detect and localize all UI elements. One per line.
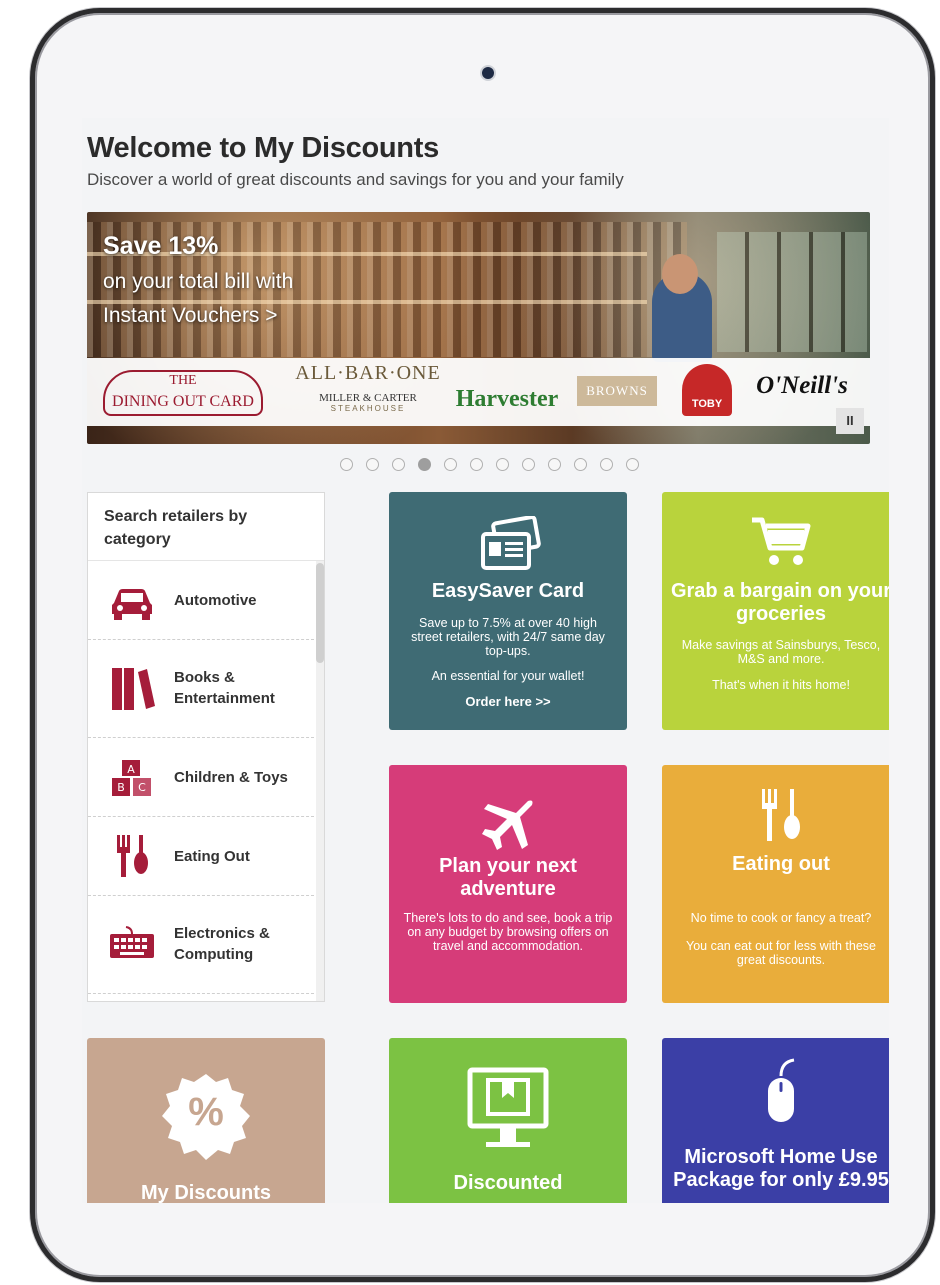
carousel-dot[interactable] xyxy=(626,458,639,471)
books-icon xyxy=(112,668,155,710)
tile-microsoft[interactable]: Microsoft Home Use Package for only £9.9… xyxy=(662,1038,889,1203)
svg-text:B: B xyxy=(117,781,125,794)
carousel-dot[interactable] xyxy=(522,458,535,471)
tile-title: Plan your next adventure xyxy=(439,855,577,900)
all-bar-one-logo: ALL·BAR·ONE MILLER & CARTER STEAKHOUSE xyxy=(293,362,443,413)
mouse-icon xyxy=(768,1058,795,1122)
dining-out-card-logo: THE DINING OUT CARD xyxy=(103,370,263,416)
category-item-books[interactable]: Books & Entertainment xyxy=(88,640,314,738)
tablet-frame: Welcome to My Discounts Discover a world… xyxy=(30,8,935,1282)
tile-text: No time to cook or fancy a treat? xyxy=(690,911,872,925)
carousel-dot[interactable] xyxy=(444,458,457,471)
browns-logo: BROWNS xyxy=(577,376,657,406)
car-icon xyxy=(112,589,152,620)
tile-text-2: That's when it hits home! xyxy=(712,678,850,692)
tile-text-2: You can eat out for less with these grea… xyxy=(686,939,876,967)
tile-text: Save up to 7.5% at over 40 high street r… xyxy=(411,616,605,658)
card-wallet-icon xyxy=(481,516,541,570)
banner-headline: Save 13% xyxy=(103,232,219,260)
monitor-book-icon xyxy=(467,1067,549,1147)
cutlery-icon xyxy=(762,789,800,841)
tile-groceries[interactable]: Grab a bargain on your groceries Make sa… xyxy=(662,492,889,730)
carousel-dot[interactable] xyxy=(574,458,587,471)
banner-link[interactable]: Instant Vouchers > xyxy=(103,304,278,328)
front-camera xyxy=(482,67,494,79)
tile-title: EasySaver Card xyxy=(431,580,585,602)
category-label: Books & Entertainment xyxy=(174,669,275,707)
page-subtitle: Discover a world of great discounts and … xyxy=(87,170,624,189)
toy-blocks-icon: A B C xyxy=(112,760,151,796)
category-label: Eating Out xyxy=(174,848,250,865)
oneills-logo: O'Neill's xyxy=(756,372,848,399)
harvester-logo: Harvester xyxy=(455,386,559,412)
window-image xyxy=(717,232,867,352)
screen: Welcome to My Discounts Discover a world… xyxy=(82,118,889,1203)
category-scrollbar-thumb[interactable] xyxy=(316,563,324,663)
tile-easysaver-card[interactable]: EasySaver Card Save up to 7.5% at over 4… xyxy=(389,492,627,730)
tile-text: Make savings at Sainsburys, Tesco, M&S a… xyxy=(681,638,881,666)
logo-text: THE xyxy=(169,373,197,388)
category-label: Children & Toys xyxy=(174,769,288,786)
carousel-dot[interactable] xyxy=(600,458,613,471)
tile-title: Microsoft Home Use Package for only £9.9… xyxy=(673,1146,889,1191)
tile-title: My Discounts xyxy=(140,1182,272,1203)
tile-title: Discounted xyxy=(453,1172,563,1194)
tile-title: Eating out xyxy=(732,853,830,875)
tile-eating-out[interactable]: Eating out No time to cook or fancy a tr… xyxy=(662,765,889,1003)
order-here-link[interactable]: Order here >> xyxy=(389,694,627,709)
logo-text: MILLER & CARTER xyxy=(319,392,417,404)
category-item-automotive[interactable]: Automotive xyxy=(88,561,314,640)
category-item-eating-out[interactable]: Eating Out xyxy=(88,817,314,896)
carousel-pagination xyxy=(340,458,639,474)
carousel-pause-button[interactable]: II xyxy=(836,408,864,434)
toby-carvery-logo: TOBY xyxy=(682,364,732,416)
airplane-icon xyxy=(482,800,533,850)
category-label: Electronics & Computing xyxy=(174,925,270,963)
carousel-dot-active[interactable] xyxy=(418,458,431,471)
svg-text:A: A xyxy=(127,763,135,776)
category-item-children-toys[interactable]: A B C Children & Toys xyxy=(88,738,314,817)
hero-banner[interactable]: Save 13% on your total bill with Instant… xyxy=(87,212,870,444)
carousel-dot[interactable] xyxy=(392,458,405,471)
carousel-dot[interactable] xyxy=(496,458,509,471)
category-panel: Search retailers by category Automotive xyxy=(87,492,325,1002)
logo-text: STEAKHOUSE xyxy=(330,404,406,413)
percent-badge-text: % xyxy=(188,1090,224,1134)
carousel-dot[interactable] xyxy=(366,458,379,471)
page-title: Welcome to My Discounts xyxy=(87,132,439,164)
tile-my-discounts[interactable]: % My Discounts xyxy=(87,1038,325,1203)
category-label: Automotive xyxy=(174,592,257,609)
tile-discounted[interactable]: Discounted xyxy=(389,1038,627,1203)
carousel-dot[interactable] xyxy=(470,458,483,471)
banner-line-2: on your total bill with xyxy=(103,270,294,293)
tile-text: There's lots to do and see, book a trip … xyxy=(403,911,613,953)
logo-text: TOBY xyxy=(691,398,723,410)
carousel-dot[interactable] xyxy=(548,458,561,471)
tile-travel[interactable]: Plan your next adventure There's lots to… xyxy=(389,765,627,1003)
keyboard-icon xyxy=(110,926,154,958)
shopping-cart-icon xyxy=(752,517,811,565)
cutlery-icon xyxy=(117,835,148,877)
brand-logo-strip: THE DINING OUT CARD ALL·BAR·ONE MILLER &… xyxy=(87,358,870,426)
tile-title: Grab a bargain on your groceries xyxy=(670,580,889,625)
bartender-head-image xyxy=(662,254,698,294)
tile-text-2: An essential for your wallet! xyxy=(431,669,585,683)
logo-text: DINING OUT CARD xyxy=(112,393,254,410)
carousel-dot[interactable] xyxy=(340,458,353,471)
svg-text:C: C xyxy=(138,781,146,794)
category-item-electronics[interactable]: Electronics & Computing xyxy=(88,896,314,994)
logo-text: ALL·BAR·ONE xyxy=(295,362,441,384)
category-heading: Search retailers by category xyxy=(88,493,324,561)
